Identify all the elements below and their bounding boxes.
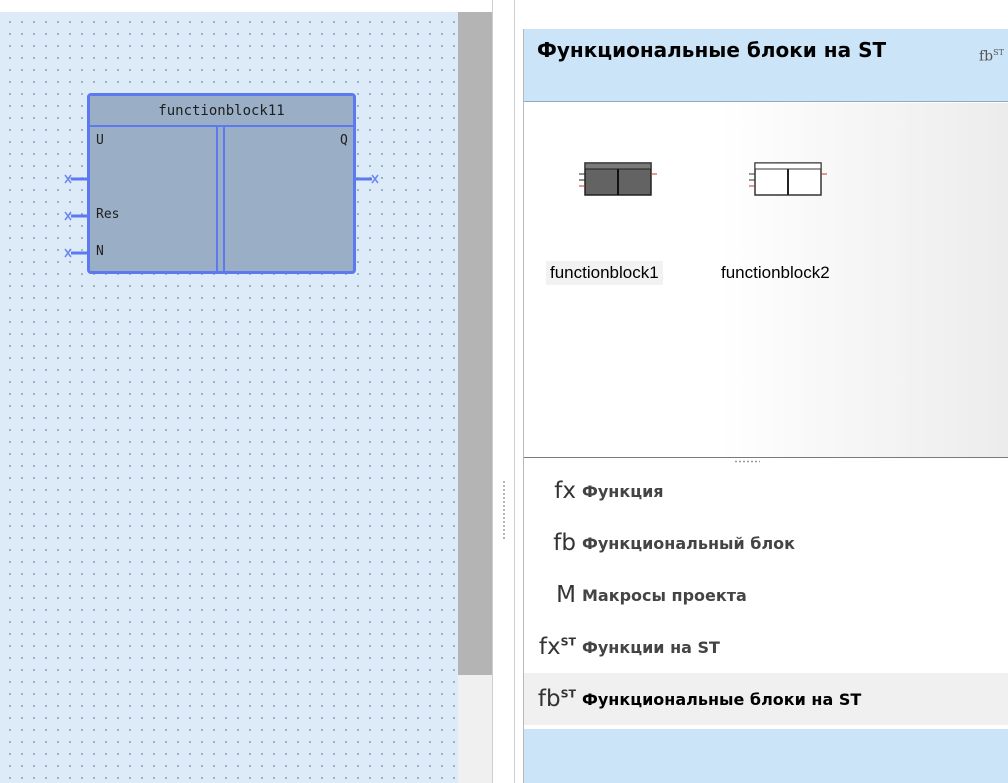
panel-header: Функциональные блоки на ST fbST — [524, 29, 1008, 102]
block-label: functionblock1 — [546, 261, 663, 285]
category-label: Функция — [582, 481, 664, 501]
block-thumbnail-light-icon — [749, 160, 827, 202]
category-label: Макросы проекта — [582, 585, 747, 605]
function-block[interactable]: functionblock11 U Res N Q — [87, 93, 356, 274]
category-label: Функциональные блоки на ST — [582, 689, 862, 709]
splitter-grip-icon — [502, 480, 506, 540]
category-list-footer — [524, 729, 1008, 783]
canvas-top-strip — [0, 0, 492, 12]
canvas-scrollbar-thumb[interactable] — [458, 12, 492, 675]
block-item-functionblock2[interactable]: functionblock2 — [709, 103, 869, 303]
fx-icon: fx — [554, 478, 576, 504]
vertical-splitter[interactable] — [492, 0, 515, 783]
panel-title: Функциональные блоки на ST — [537, 38, 887, 62]
category-item-st-function-blocks[interactable]: fbST Функциональные блоки на ST — [524, 673, 1008, 725]
input-pin-label-n: N — [96, 244, 104, 259]
function-block-divider — [216, 127, 218, 272]
category-item-project-macros[interactable]: M Макросы проекта — [524, 569, 1008, 621]
category-label: Функции на ST — [582, 637, 720, 657]
horizontal-splitter-grip-icon[interactable] — [734, 460, 760, 463]
block-thumbnail-dark-icon — [579, 160, 657, 202]
fb-st-icon: fbST — [537, 686, 576, 712]
fb-st-icon: fbST — [979, 48, 1004, 65]
diagram-canvas[interactable]: functionblock11 U Res N Q — [0, 0, 492, 783]
block-label: functionblock2 — [721, 263, 830, 282]
output-pin-label-q: Q — [340, 133, 348, 148]
input-pin-u[interactable] — [63, 173, 90, 185]
input-pin-label-res: Res — [96, 207, 120, 222]
macro-icon: M — [556, 582, 576, 608]
function-block-divider — [223, 127, 225, 272]
library-panel: Функциональные блоки на ST fbST function… — [523, 29, 1008, 783]
category-item-st-functions[interactable]: fxST Функции на ST — [524, 621, 1008, 673]
input-pin-n[interactable] — [63, 247, 90, 259]
category-item-function-blocks[interactable]: fb Функциональный блок — [524, 517, 1008, 569]
fb-icon: fb — [553, 530, 576, 556]
category-list: fx Функция fb Функциональный блок M Макр… — [524, 465, 1008, 783]
blocks-list: functionblock1 functionblock2 — [524, 103, 1008, 458]
fx-st-icon: fxST — [538, 634, 576, 660]
block-item-functionblock1[interactable]: functionblock1 — [524, 103, 684, 303]
function-block-title: functionblock11 — [90, 96, 353, 127]
category-label: Функциональный блок — [582, 533, 796, 553]
output-pin-q[interactable] — [353, 173, 380, 185]
input-pin-res[interactable] — [63, 210, 90, 222]
input-pin-label-u: U — [96, 133, 104, 148]
category-item-functions[interactable]: fx Функция — [524, 465, 1008, 517]
